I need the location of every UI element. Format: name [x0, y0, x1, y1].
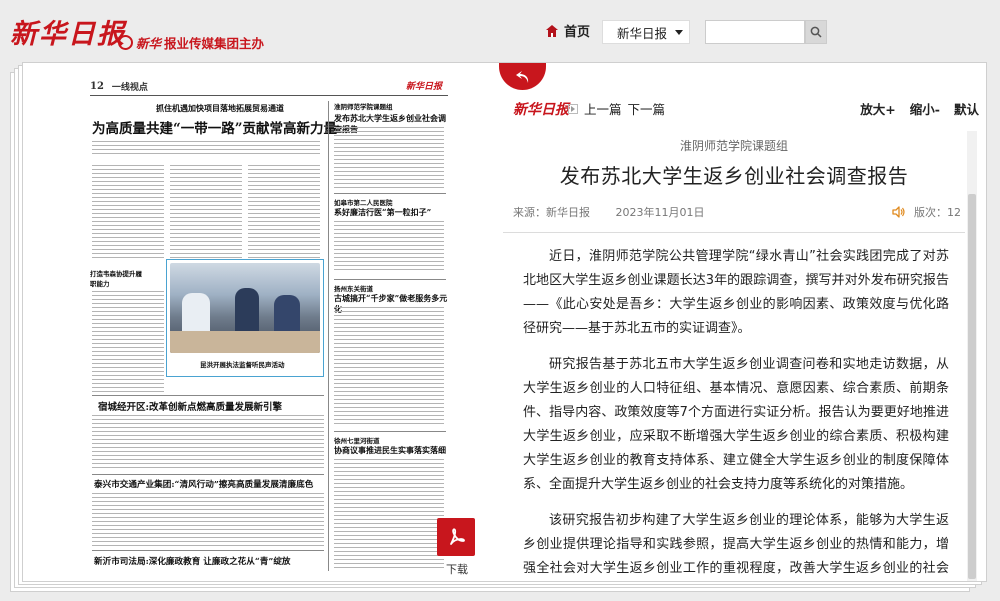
- np-photo-caption: 昆洪开展执法监督听民声活动: [200, 361, 285, 369]
- pdf-icon: [437, 518, 475, 556]
- np-column-rule: [328, 101, 329, 571]
- np-text-block: [92, 165, 164, 260]
- back-button[interactable]: [499, 63, 546, 90]
- page-masthead: 新华日报: [405, 82, 442, 92]
- np-rule: [334, 431, 446, 432]
- chevron-down-icon: [675, 29, 684, 35]
- zoom-default-button[interactable]: 默认: [954, 99, 979, 118]
- page-header: 12 一线视点 新华日报: [90, 78, 448, 96]
- article-meta: 来源：新华日报 2023年11月01日 版次：12: [503, 204, 965, 220]
- speaker-icon[interactable]: [892, 206, 906, 218]
- zoom-controls: 放大+ 缩小- 默认: [860, 99, 979, 118]
- publisher-label: 新华 报业传媒集团主办: [118, 33, 264, 52]
- article-logo: 新华日报: [513, 102, 569, 118]
- article-date: 2023年11月01日: [615, 206, 705, 219]
- np-photo-image: [170, 263, 320, 353]
- home-link[interactable]: 首页: [545, 21, 590, 40]
- np-rule: [334, 279, 446, 280]
- np-text-block: [92, 415, 324, 470]
- search-icon: [810, 26, 822, 38]
- np-text-block: [170, 165, 242, 260]
- np-text-block: [92, 141, 320, 157]
- np-mini-tag: 打造韦森协提升履职能力: [90, 270, 142, 288]
- np-lead-headline[interactable]: 为高质量共建“一带一路”贡献常高新力量: [92, 117, 337, 137]
- zoom-out-button[interactable]: 缩小-: [910, 99, 940, 118]
- paper-select[interactable]: 新华日报: [602, 20, 690, 44]
- np-headline[interactable]: 泰兴市交通产业集团:“清风行动”擦亮高质量发展清廉底色: [94, 478, 313, 490]
- np-right-item-sub: 扬州东关街道: [334, 285, 373, 293]
- np-right-item-sub: 如皋市第二人民医院: [334, 199, 393, 207]
- np-text-block: [92, 291, 164, 393]
- article-paragraph: 近日，淮阴师范学院公共管理学院“绿水青山”社会实践团完成了对苏北地区大学生返乡创…: [523, 249, 949, 336]
- group-label: 报业传媒集团主办: [164, 36, 265, 51]
- np-rule: [92, 395, 324, 396]
- home-label: 首页: [564, 25, 591, 40]
- article-paragraph: 研究报告基于苏北五市大学生返乡创业调查问卷和实地走访数据，从大学生返乡创业的人口…: [523, 357, 949, 492]
- np-right-item-title[interactable]: 协商议事推进民生实事落实落细: [334, 445, 446, 456]
- np-headline[interactable]: 宿城经开区:改革创新点燃高质量发展新引擎: [98, 399, 282, 413]
- download-label: 下载: [446, 563, 468, 576]
- page-number: 12: [90, 81, 104, 92]
- reader-frame: 12 一线视点 新华日报 抓住机遇加快项目落地拓展贸易通道 为高质量共建“一带一…: [22, 62, 987, 582]
- article-panel: 新华日报 上一篇 下一篇 放大+ 缩小- 默认 淮阴师范学院课题组 发布苏北大学…: [493, 89, 983, 581]
- np-right-item-sub: 淮阴师范学院课题组: [334, 103, 393, 111]
- back-arrow-icon: [515, 70, 528, 83]
- paper-select-value: 新华日报: [617, 25, 668, 41]
- page-section: 一线视点: [111, 83, 148, 93]
- np-rule: [92, 474, 324, 475]
- np-rule: [92, 550, 324, 551]
- meta-divider: [503, 232, 965, 233]
- nav-arrow-icon: [568, 103, 578, 114]
- np-text-block: [248, 165, 320, 260]
- photo-desk: [170, 331, 320, 353]
- article-source: 来源：新华日报: [513, 206, 590, 219]
- np-rule: [334, 193, 446, 194]
- np-text-block: [334, 459, 444, 569]
- np-text-block: [334, 127, 444, 189]
- home-icon: [546, 24, 558, 37]
- article-body: 淮阴师范学院课题组 发布苏北大学生返乡创业社会调查报告 来源：新华日报 2023…: [503, 131, 965, 581]
- np-right-item-sub: 徐州七里河街道: [334, 437, 380, 445]
- search-button[interactable]: [805, 20, 827, 44]
- article-kicker: 淮阴师范学院课题组: [679, 139, 788, 153]
- search-input[interactable]: [705, 20, 805, 44]
- np-text-block: [334, 307, 444, 427]
- article-scrollbar-thumb[interactable]: [968, 194, 976, 579]
- article-nav: 上一篇 下一篇: [568, 99, 665, 118]
- site-header: 新华日报 新华 报业传媒集团主办 首页 新华日报: [0, 0, 1000, 60]
- np-text-block: [92, 493, 324, 547]
- group-emblem-icon: [118, 35, 133, 50]
- np-headline[interactable]: 新沂市司法局:深化廉政教育 让廉政之花从“青”绽放: [94, 555, 291, 567]
- article-title: 发布苏北大学生返乡创业社会调查报告: [559, 164, 909, 188]
- zoom-in-button[interactable]: 放大+: [860, 99, 895, 118]
- next-article-link[interactable]: 下一篇: [628, 99, 666, 118]
- group-emblem-text: 新华: [136, 36, 162, 51]
- pdf-download-button[interactable]: 下载: [437, 518, 477, 578]
- article-paragraph: 该研究报告初步构建了大学生返乡创业的理论体系，能够为大学生返乡创业提供理论指导和…: [523, 513, 949, 576]
- np-text-block: [334, 221, 444, 273]
- np-right-item-title[interactable]: 系好廉洁行医“第一粒扣子”: [334, 207, 431, 218]
- prev-article-link[interactable]: 上一篇: [584, 99, 622, 118]
- site-logo[interactable]: 新华日报: [10, 12, 126, 51]
- article-edition: 版次：12: [914, 206, 961, 219]
- np-lead-kicker: 抓住机遇加快项目落地拓展贸易通道: [156, 103, 284, 113]
- newspaper-page[interactable]: 12 一线视点 新华日报 抓住机遇加快项目落地拓展贸易通道 为高质量共建“一带一…: [78, 73, 453, 573]
